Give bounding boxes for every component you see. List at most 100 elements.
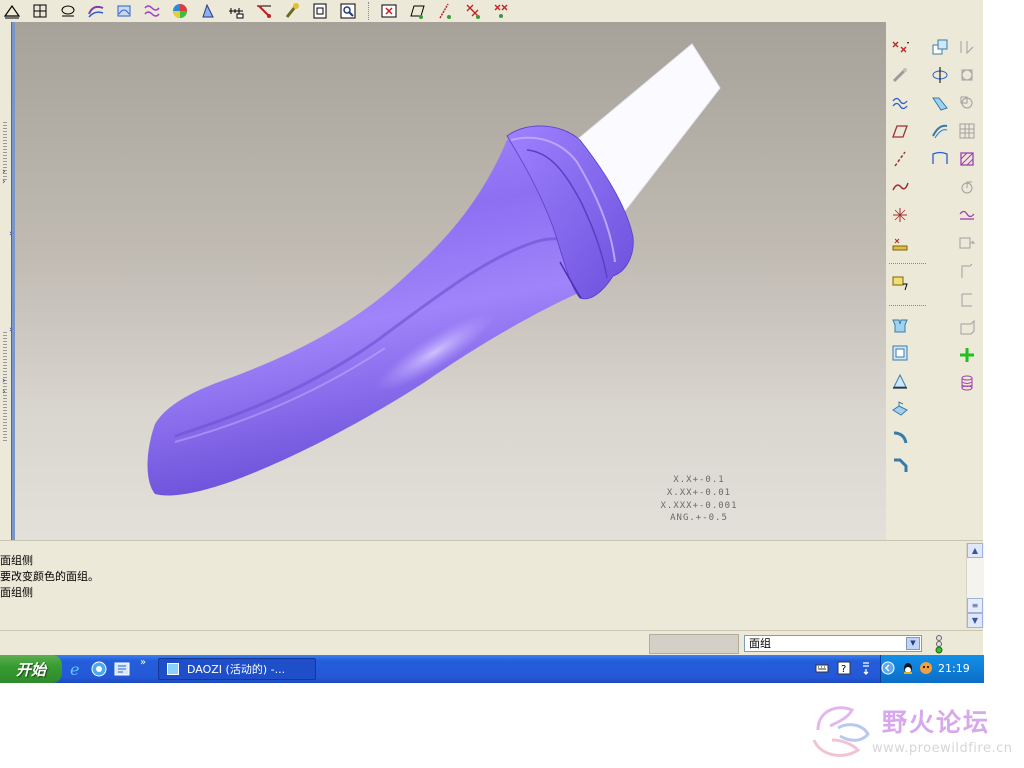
point-display-icon[interactable] [463,1,483,20]
browser-icon[interactable] [90,660,108,678]
start-button[interactable]: 开始 [0,655,62,683]
window-app-icon [167,663,179,675]
copy-disabled-icon [956,36,978,58]
chevron-right-icon[interactable]: › [2,377,6,386]
chevron-down-icon[interactable]: ▼ [906,637,920,650]
sketch-icon[interactable] [889,64,911,86]
offset-disabled-icon [956,316,978,338]
sweep-icon[interactable] [929,92,951,114]
svg-text:?: ? [841,664,846,675]
chevron-right-icon[interactable]: › [2,388,6,397]
measure-icon[interactable] [254,1,274,20]
datum-plane-icon[interactable] [2,1,22,20]
window-icon[interactable] [310,1,330,20]
qq-icon[interactable] [901,661,915,675]
scroll-up-icon[interactable]: ▲ [967,543,983,558]
3d-model[interactable] [15,22,886,540]
solidify-disabled-icon [956,288,978,310]
intersect-disabled-icon [956,260,978,282]
status-bar: 面组 ▼ [0,630,983,656]
scroll-thumb[interactable]: ≡ [967,598,983,613]
chevron-right-icon[interactable]: › [2,178,6,187]
close-box-icon[interactable] [379,1,399,20]
grid-disabled-icon [956,120,978,142]
filter-value: 面组 [749,637,771,650]
curve-icon[interactable] [889,92,911,114]
ruler-icon[interactable] [226,1,246,20]
note-icon[interactable] [889,272,911,294]
spin-icon[interactable] [114,1,134,20]
datum-point-icon[interactable] [889,36,911,58]
tolerance-line: X.X+-0.1 [673,475,725,485]
draft-icon[interactable] [889,370,911,392]
repaint-icon[interactable] [282,1,302,20]
shade-icon[interactable] [86,1,106,20]
round-icon[interactable] [889,426,911,448]
datum-table-icon[interactable] [30,1,50,20]
csys-icon[interactable] [889,204,911,226]
keyboard-icon[interactable] [815,661,829,675]
status-field [649,634,739,654]
panel-separator [889,263,926,264]
toolbar-separator [368,2,370,20]
copy-icon[interactable] [929,36,951,58]
fill-icon[interactable] [956,148,978,170]
panel-separator [889,305,926,306]
tolerance-line: X.XXX+-0.001 [660,501,738,511]
pattern-disabled-icon [956,64,978,86]
merge-disabled-icon [956,92,978,114]
offset-icon[interactable] [889,232,911,254]
watermark-logo-icon [812,706,870,757]
chamfer-icon[interactable] [889,454,911,476]
surface-analysis-icon[interactable] [198,1,218,20]
ie-browser-icon[interactable]: e [67,660,85,678]
wave-icon[interactable] [142,1,162,20]
tray-expand-icon[interactable] [881,661,895,675]
messenger-icon[interactable] [919,661,933,675]
language-bar-icon[interactable] [859,661,873,675]
help-icon[interactable]: ? [837,661,851,675]
boundary-icon[interactable] [929,148,951,170]
taskbar-window-label: DAOZI (活动的) -... [187,663,286,676]
csys-display-icon[interactable] [491,1,511,20]
add-icon[interactable] [956,344,978,366]
color-palette-icon[interactable] [170,1,190,20]
rib-icon[interactable] [889,398,911,420]
message-line: 面组侧 [0,586,33,599]
shell-icon[interactable] [889,342,911,364]
graphics-viewport[interactable]: X.X+-0.1 X.XX+-0.01 X.XXX+-0.001 ANG.+-0… [15,22,886,540]
spline-icon[interactable] [889,176,911,198]
clock: 21:19 [938,662,970,675]
quicklaunch-more-icon[interactable]: » [140,657,146,668]
traffic-light-icon[interactable] [933,634,945,654]
plane-display-icon[interactable] [407,1,427,20]
revolve-icon[interactable] [929,64,951,86]
chevron-right-icon[interactable]: › [2,168,6,177]
watermark-url: www.proewildfire.cn [872,741,1013,756]
zoom-icon[interactable] [338,1,358,20]
message-line: 要改变颜色的面组。 [0,570,99,583]
scroll-down-icon[interactable]: ▼ [967,613,983,628]
svg-text:e: e [70,660,79,678]
trim-icon[interactable] [956,204,978,226]
tolerance-line: ANG.+-0.5 [670,513,728,523]
mirror-disabled-icon [956,176,978,198]
show-desktop-icon[interactable] [113,660,131,678]
tolerance-line: X.XX+-0.01 [666,488,732,498]
feature-toolbar [886,22,983,540]
plane-icon[interactable] [889,120,911,142]
windows-taskbar: 开始 e » DAOZI (活动的) -... ? 21:19 [0,655,984,683]
taskbar-window-button[interactable]: DAOZI (活动的) -... [158,658,316,680]
blend-icon[interactable] [929,120,951,142]
message-line: 面组侧 [0,554,33,567]
axis-icon[interactable] [889,148,911,170]
main-toolbar [0,0,983,23]
selection-filter-dropdown[interactable]: 面组 ▼ [744,635,922,652]
cylinder-icon[interactable] [956,372,978,394]
message-scrollbar[interactable]: ▲ ≡ ▼ [966,543,984,628]
extend-disabled-icon [956,232,978,254]
axis-display-icon[interactable] [435,1,455,20]
datum-point-icon[interactable] [58,1,78,20]
watermark-title: 野火论坛 [882,708,991,737]
extrude-icon[interactable] [889,314,911,336]
